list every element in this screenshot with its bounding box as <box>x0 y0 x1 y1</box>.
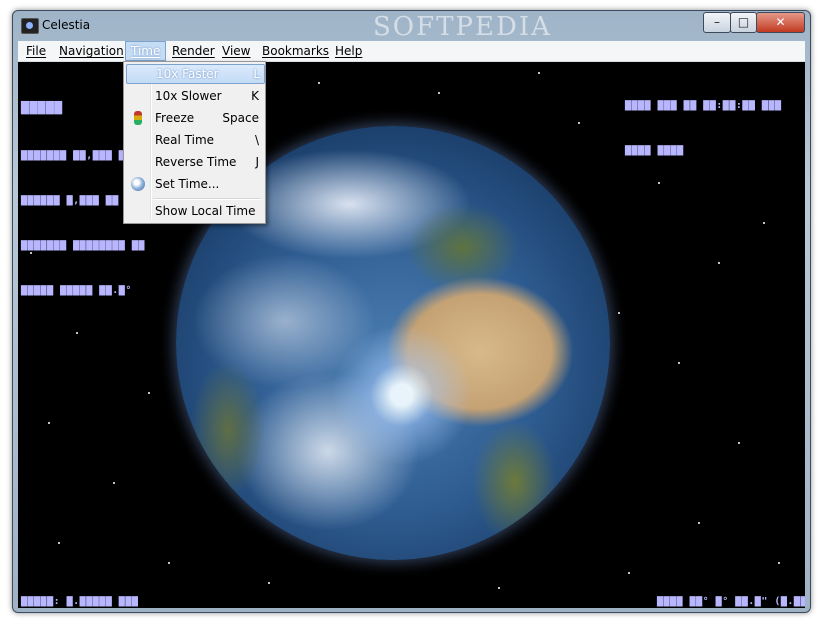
time-menu-dropdown: 10x Faster L 10x Slower K Freeze Space R… <box>123 61 266 224</box>
menu-item-10x-faster[interactable]: 10x Faster L <box>126 64 265 84</box>
menu-file[interactable]: File <box>21 42 51 60</box>
star <box>148 392 150 394</box>
menu-item-shortcut: Space <box>222 111 259 125</box>
hud-speed: ▇▇▇▇▇: ▇.▇▇▇▇▇ ▇▇▇ <box>21 596 139 607</box>
star <box>678 362 680 364</box>
star <box>628 572 630 574</box>
window-title: Celestia <box>42 18 91 32</box>
menu-item-real-time[interactable]: Real Time \ <box>126 130 263 150</box>
star <box>778 562 780 564</box>
star <box>76 332 78 334</box>
menu-item-shortcut: K <box>251 89 259 103</box>
star <box>738 442 740 444</box>
star <box>618 312 620 314</box>
star <box>48 422 50 424</box>
menu-item-10x-slower[interactable]: 10x Slower K <box>126 86 263 106</box>
star <box>58 542 60 544</box>
star <box>763 222 765 224</box>
star <box>318 82 320 84</box>
minimize-button[interactable]: – <box>703 12 731 33</box>
menu-bookmarks[interactable]: Bookmarks <box>257 42 334 60</box>
menu-separator <box>153 198 261 200</box>
menu-item-set-time[interactable]: Set Time... <box>126 174 263 194</box>
menu-item-shortcut: L <box>253 67 260 81</box>
hud-time-rate: ▇▇▇▇ ▇▇▇▇ <box>625 145 684 156</box>
celestia-app-icon[interactable] <box>21 18 39 34</box>
menu-time[interactable]: Time <box>125 41 167 61</box>
star <box>578 122 580 124</box>
menu-item-label: 10x Faster <box>156 67 219 81</box>
menu-help[interactable]: Help <box>330 42 367 60</box>
hud-date-time: ▇▇▇▇ ▇▇▇ ▇▇ ▇▇:▇▇:▇▇ ▇▇▇ <box>625 100 782 111</box>
star <box>113 482 115 484</box>
star <box>268 582 270 584</box>
menu-view[interactable]: View <box>217 42 255 60</box>
hud-time-info: ▇▇▇▇ ▇▇▇ ▇▇ ▇▇:▇▇:▇▇ ▇▇▇ ▇▇▇▇ ▇▇▇▇ <box>625 68 782 188</box>
close-button[interactable]: ✕ <box>756 12 805 33</box>
title-bar[interactable]: Celestia SOFTPEDIA – □ ✕ <box>13 11 810 42</box>
menu-item-label: Set Time... <box>155 177 220 191</box>
traffic-light-icon <box>134 111 142 125</box>
star <box>718 262 720 264</box>
hud-apparent-diameter: ▇▇▇▇▇▇▇ ▇▇▇▇▇▇▇▇ ▇▇ <box>21 240 145 251</box>
menu-item-freeze[interactable]: Freeze Space <box>126 108 263 128</box>
softpedia-watermark: SOFTPEDIA <box>373 12 552 42</box>
menu-item-shortcut: J <box>255 155 259 169</box>
hud-phase-angle: ▇▇▇▇▇ ▇▇▇▇▇ ▇▇.▇° <box>21 285 132 296</box>
star <box>538 72 540 74</box>
menu-item-label: Reverse Time <box>155 155 237 169</box>
clock-icon <box>131 177 145 191</box>
maximize-button[interactable]: □ <box>730 12 757 33</box>
menu-navigation[interactable]: Navigation <box>54 42 129 60</box>
star <box>168 562 170 564</box>
menu-item-label: Real Time <box>155 133 215 147</box>
menu-item-label: Freeze <box>155 111 195 125</box>
menu-bar: File Navigation Time Render View Bookmar… <box>18 41 805 62</box>
menu-item-label: Show Local Time <box>155 204 256 218</box>
star <box>698 522 700 524</box>
star <box>498 587 500 589</box>
star <box>438 92 440 94</box>
menu-item-show-local-time[interactable]: Show Local Time <box>126 201 263 221</box>
menu-item-reverse-time[interactable]: Reverse Time J <box>126 152 263 172</box>
menu-render[interactable]: Render <box>167 42 220 60</box>
menu-item-shortcut: \ <box>254 133 259 147</box>
hud-field-of-view: ▇▇▇▇ ▇▇° ▇° ▇▇.▇" (▇.▇▇▇) <box>657 596 805 607</box>
menu-item-label: 10x Slower <box>155 89 222 103</box>
